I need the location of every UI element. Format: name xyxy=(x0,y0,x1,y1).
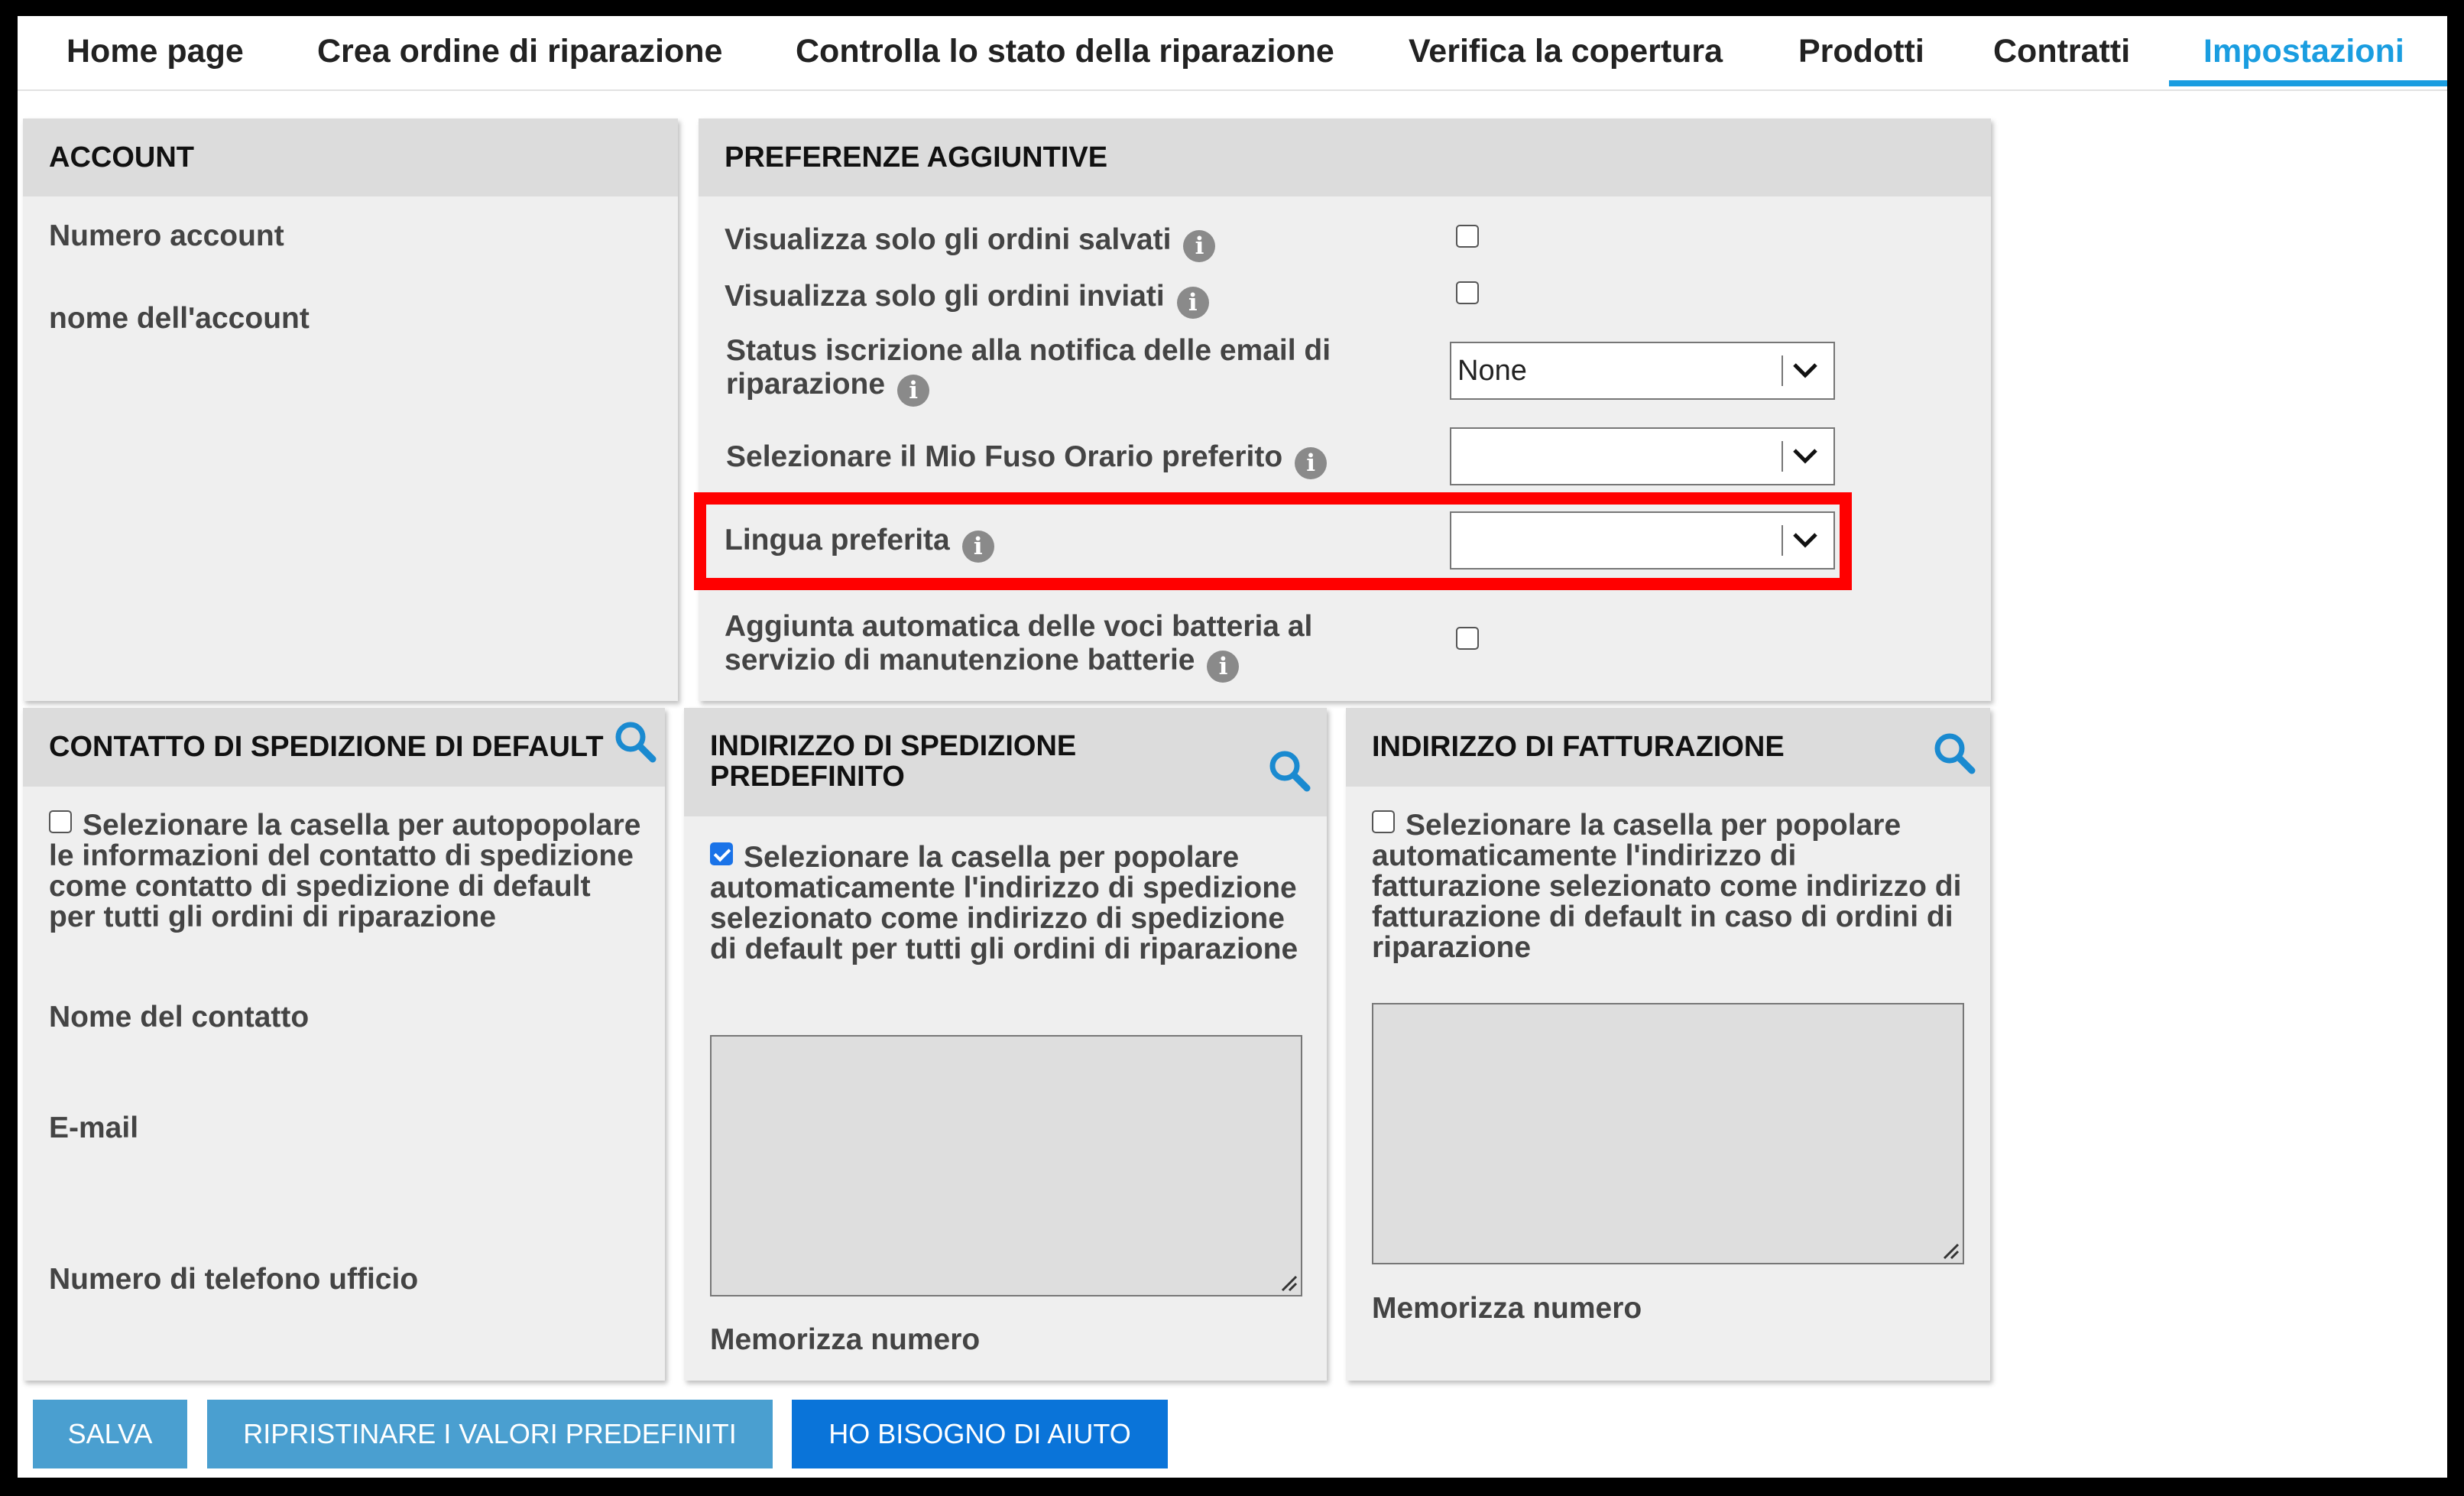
billing-address-autofill-checkbox[interactable] xyxy=(1372,810,1395,833)
email-status-select[interactable]: None xyxy=(1450,342,1835,400)
active-tab-indicator xyxy=(2169,80,2447,86)
saved-orders-text: Visualizza solo gli ordini salvati xyxy=(725,223,1172,256)
resize-grip-icon[interactable] xyxy=(1278,1272,1298,1292)
email-status-text-line1: Status iscrizione alla notifica delle em… xyxy=(726,334,1331,367)
shipping-contact-panel: CONTATTO DI SPEDIZIONE DI DEFAULT Selezi… xyxy=(23,708,665,1381)
account-panel: ACCOUNT Numero account nome dell'account xyxy=(23,118,678,701)
info-icon[interactable]: i xyxy=(897,375,930,407)
shipping-contact-autofill-text: Selezionare la casella per autopopolare … xyxy=(49,809,641,933)
sent-orders-text: Visualizza solo gli ordini inviati xyxy=(725,280,1165,313)
shipping-address-autofill-text: Selezionare la casella per popolare auto… xyxy=(710,841,1298,965)
billing-address-autofill: Selezionare la casella per popolare auto… xyxy=(1372,810,1968,963)
info-icon[interactable]: i xyxy=(1295,447,1328,479)
timezone-label: Selezionare il Mio Fuso Orario preferito… xyxy=(726,440,1328,479)
tab-settings[interactable]: Impostazioni xyxy=(2203,28,2404,74)
account-name-label: nome dell'account xyxy=(49,302,310,335)
search-icon[interactable] xyxy=(1267,748,1311,793)
preferences-title: PREFERENZE AGGIUNTIVE xyxy=(725,141,1108,174)
shipping-address-autofill: Selezionare la casella per popolare auto… xyxy=(710,842,1306,965)
preferences-panel: PREFERENZE AGGIUNTIVE Visualizza solo gl… xyxy=(699,118,1991,701)
timezone-select[interactable] xyxy=(1450,427,1835,485)
shipping-contact-header: CONTATTO DI SPEDIZIONE DI DEFAULT xyxy=(23,708,665,787)
account-title: ACCOUNT xyxy=(49,141,194,174)
reset-defaults-button[interactable]: RIPRISTINARE I VALORI PREDEFINITI xyxy=(207,1400,773,1468)
search-icon[interactable] xyxy=(613,719,657,764)
shipping-address-textarea[interactable] xyxy=(710,1035,1302,1296)
shipping-address-title-line1: INDIRIZZO DI SPEDIZIONE xyxy=(710,730,1077,762)
sent-orders-checkbox[interactable] xyxy=(1456,281,1479,304)
sent-orders-label: Visualizza solo gli ordini inviati i xyxy=(725,280,1209,319)
email-status-value: None xyxy=(1457,355,1527,387)
saved-orders-checkbox[interactable] xyxy=(1456,225,1479,248)
help-button[interactable]: HO BISOGNO DI AIUTO xyxy=(792,1400,1168,1468)
tab-home[interactable]: Home page xyxy=(66,28,244,74)
tab-create-repair-order[interactable]: Crea ordine di riparazione xyxy=(317,28,722,74)
shipping-contact-autofill: Selezionare la casella per autopopolare … xyxy=(49,810,645,933)
shipping-address-title: INDIRIZZO DI SPEDIZIONE PREDEFINITO xyxy=(710,731,1076,792)
billing-address-header: INDIRIZZO DI FATTURAZIONE xyxy=(1346,708,1990,787)
resize-grip-icon[interactable] xyxy=(1940,1240,1960,1260)
office-phone-label: Numero di telefono ufficio xyxy=(49,1263,419,1296)
battery-text-line1: Aggiunta automatica delle voci batteria … xyxy=(725,610,1313,643)
select-separator xyxy=(1782,355,1783,386)
battery-label: Aggiunta automatica delle voci batteria … xyxy=(725,610,1312,683)
timezone-text: Selezionare il Mio Fuso Orario preferito xyxy=(726,440,1283,473)
info-icon[interactable]: i xyxy=(1176,287,1209,319)
shipping-address-panel: INDIRIZZO DI SPEDIZIONE PREDEFINITO Sele… xyxy=(684,708,1327,1381)
account-number-label: Numero account xyxy=(49,219,284,252)
chevron-down-icon xyxy=(1793,363,1817,378)
shipping-contact-title: CONTATTO DI SPEDIZIONE DI DEFAULT xyxy=(49,731,604,763)
email-label: E-mail xyxy=(49,1111,139,1144)
billing-address-title: INDIRIZZO DI FATTURAZIONE xyxy=(1372,731,1785,763)
tab-repair-status[interactable]: Controlla lo stato della riparazione xyxy=(796,28,1334,74)
info-icon[interactable]: i xyxy=(1183,230,1216,262)
email-status-text-line2: riparazione xyxy=(726,368,886,401)
top-nav: Home page Crea ordine di riparazione Con… xyxy=(18,16,2447,91)
account-panel-header: ACCOUNT xyxy=(23,118,678,196)
email-status-label: Status iscrizione alla notifica delle em… xyxy=(726,334,1331,407)
shipping-memorize-label: Memorizza numero xyxy=(710,1323,981,1356)
billing-address-autofill-text: Selezionare la casella per popolare auto… xyxy=(1372,809,1962,964)
contact-name-label: Nome del contatto xyxy=(49,1001,310,1034)
tab-products[interactable]: Prodotti xyxy=(1798,28,1924,74)
tab-check-coverage[interactable]: Verifica la copertura xyxy=(1409,28,1723,74)
saved-orders-label: Visualizza solo gli ordini salvati i xyxy=(725,223,1216,262)
billing-address-panel: INDIRIZZO DI FATTURAZIONE Selezionare la… xyxy=(1346,708,1990,1381)
shipping-contact-autofill-checkbox[interactable] xyxy=(49,810,72,833)
billing-memorize-label: Memorizza numero xyxy=(1372,1292,1642,1325)
chevron-down-icon xyxy=(1793,449,1817,464)
preferences-panel-header: PREFERENZE AGGIUNTIVE xyxy=(699,118,1991,196)
settings-page: Home page Crea ordine di riparazione Con… xyxy=(18,16,2447,1478)
shipping-address-autofill-checkbox[interactable] xyxy=(710,842,733,865)
language-highlight-box xyxy=(694,492,1852,590)
info-icon[interactable]: i xyxy=(1207,651,1240,683)
shipping-address-title-line2: PREDEFINITO xyxy=(710,761,905,793)
shipping-address-header: INDIRIZZO DI SPEDIZIONE PREDEFINITO xyxy=(684,708,1327,816)
tab-contracts[interactable]: Contratti xyxy=(1993,28,2130,74)
battery-text-line2: servizio di manutenzione batterie xyxy=(725,644,1195,677)
select-separator xyxy=(1782,441,1783,472)
search-icon[interactable] xyxy=(1932,731,1976,775)
battery-checkbox[interactable] xyxy=(1456,627,1479,650)
billing-address-textarea[interactable] xyxy=(1372,1003,1964,1264)
save-button[interactable]: SALVA xyxy=(33,1400,187,1468)
